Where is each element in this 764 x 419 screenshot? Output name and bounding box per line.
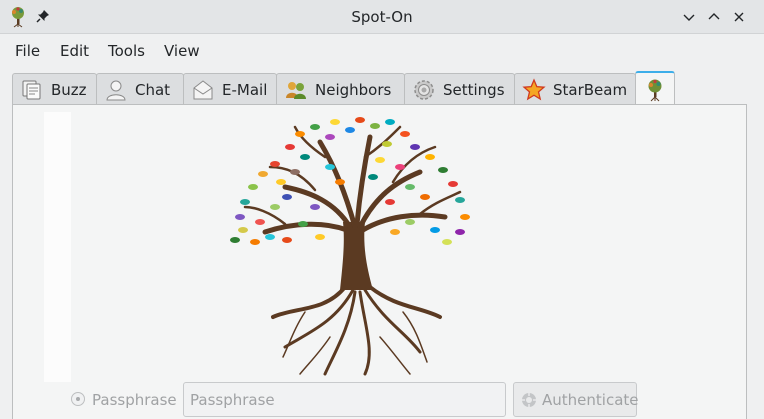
tab-starbeam[interactable]: StarBeam xyxy=(514,73,636,105)
close-icon[interactable] xyxy=(731,9,747,25)
menu-tools[interactable]: Tools xyxy=(108,42,145,60)
buzz-icon xyxy=(19,78,45,102)
main-tab-bar: Buzz Chat E-Mail Neighbors Settings Star… xyxy=(12,71,752,106)
tab-neighbors[interactable]: Neighbors xyxy=(276,73,405,105)
authenticate-label: Authenticate xyxy=(542,390,639,409)
tab-tree[interactable] xyxy=(635,71,675,106)
authenticate-button[interactable]: Authenticate xyxy=(513,382,639,417)
roots xyxy=(271,285,442,376)
branches xyxy=(243,125,462,235)
tab-chat-label: Chat xyxy=(135,80,171,99)
window-title: Spot-On xyxy=(351,8,413,26)
menu-view[interactable]: View xyxy=(164,42,200,60)
panel-strip xyxy=(44,112,71,382)
neighbors-people-icon xyxy=(283,78,309,102)
menu-edit[interactable]: Edit xyxy=(60,42,89,60)
tab-starbeam-label: StarBeam xyxy=(553,80,628,99)
tab-email[interactable]: E-Mail xyxy=(183,73,277,105)
maximize-icon[interactable] xyxy=(706,9,722,25)
trunk xyxy=(340,222,373,290)
tree-icon xyxy=(642,78,668,102)
settings-gear-icon xyxy=(411,78,437,102)
chat-person-icon xyxy=(103,78,129,102)
starbeam-star-icon xyxy=(521,77,547,102)
tab-buzz-label: Buzz xyxy=(51,80,87,99)
tab-settings[interactable]: Settings xyxy=(404,73,515,105)
authenticate-icon xyxy=(521,392,537,408)
tab-settings-label: Settings xyxy=(443,80,505,99)
minimize-icon[interactable] xyxy=(681,9,697,25)
title-bar: Spot-On xyxy=(0,0,764,34)
tab-email-label: E-Mail xyxy=(222,80,268,99)
tab-chat[interactable]: Chat xyxy=(96,73,184,105)
email-envelope-icon xyxy=(190,78,216,102)
tree-of-life-image xyxy=(230,117,470,376)
menu-file[interactable]: File xyxy=(15,42,40,60)
menu-bar: File Edit Tools View xyxy=(0,34,764,67)
passphrase-radio[interactable] xyxy=(71,392,85,406)
passphrase-input[interactable] xyxy=(183,382,506,417)
passphrase-radio-label: Passphrase xyxy=(92,391,177,409)
tab-neighbors-label: Neighbors xyxy=(315,80,392,99)
tab-buzz[interactable]: Buzz xyxy=(12,73,97,105)
